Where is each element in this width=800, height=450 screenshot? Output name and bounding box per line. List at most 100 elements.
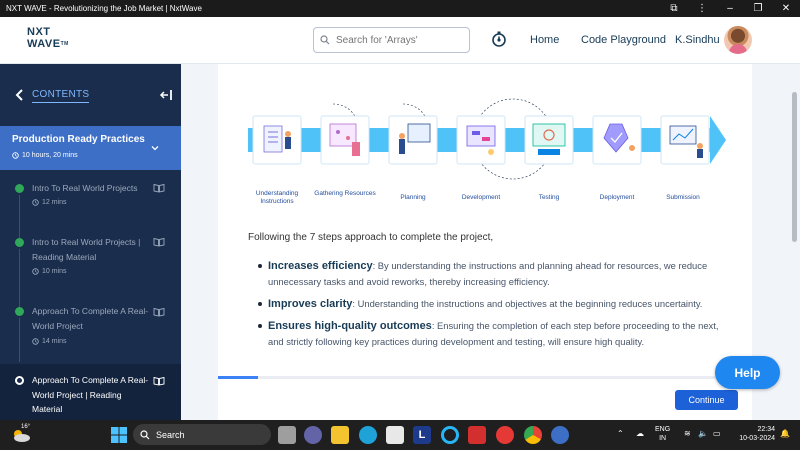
list-item: Ensures high-quality outcomes: Ensuring … [258,318,723,350]
restore-button[interactable]: ❐ [744,3,772,14]
bullet-title: Improves clarity [268,298,353,310]
alexa-icon[interactable] [441,426,459,444]
current-lesson-indicator [15,376,24,385]
progress-connector [19,249,20,290]
back-arrow-icon[interactable] [14,89,26,101]
file-explorer-icon[interactable] [331,426,349,444]
page-scrollbar[interactable] [789,64,800,420]
logo-line1: NXT [27,26,51,38]
sidebar-item-label: Intro to Real World Projects | Reading M… [32,237,141,262]
avatar[interactable] [724,26,752,54]
collapse-sidebar-icon[interactable] [159,88,173,102]
list-item: Increases efficiency: By understanding t… [258,258,723,290]
windows-taskbar: 16° Search L ⌃ ☁ ENG IN ≋ 🔈 ▭ 22:34 10-03-… [0,420,800,450]
windows-start-icon[interactable] [110,426,128,444]
sidebar-item-approach-reading-material[interactable]: Approach To Complete A Real-World Projec… [0,364,181,420]
reading-book-icon [153,237,165,247]
app-header: NXT WAVETM Home Code Playground K.Sindhu [0,17,800,64]
task-view-icon[interactable] [278,426,296,444]
system-clock[interactable]: 22:34 10-03-2024 [731,425,775,443]
nxtwave-app-icon[interactable] [551,426,569,444]
continue-button[interactable]: Continue [675,390,738,410]
store-icon[interactable] [386,426,404,444]
sidebar-item-duration: 14 mins [32,338,67,345]
nxtwave-logo[interactable]: NXT WAVETM [27,26,77,56]
help-button[interactable]: Help [715,356,780,389]
section-production-ready-practices[interactable]: Production Ready Practices 10 hours, 20 … [0,126,181,170]
reading-book-icon [153,307,165,317]
sidebar-item-label: Approach To Complete A Real-World Projec… [32,306,149,331]
teams-icon[interactable] [304,426,322,444]
clock-date: 10-03-2024 [739,435,775,442]
step-label: Submission [666,194,700,201]
opera-icon[interactable] [496,426,514,444]
temperature: 16° [21,424,31,430]
step-submission-icon [660,115,710,165]
step-understanding-icon [252,115,302,165]
clock-icon [32,338,39,345]
clock-icon [12,152,19,159]
step-label: Testing [538,194,560,201]
l-app-icon[interactable]: L [413,426,431,444]
sidebar-item-label: Intro To Real World Projects [32,183,138,193]
reading-book-icon [153,183,165,193]
sidebar-item-duration: 10 mins [32,268,67,275]
logo-line2-text: WAVE [27,38,61,50]
sidebar-item-intro-real-world-projects[interactable]: Intro To Real World Projects 12 mins [0,170,181,220]
close-button[interactable]: ✕ [772,3,800,14]
search-input[interactable] [336,34,461,46]
chevron-down-icon[interactable] [150,143,160,153]
taskbar-search-label: Search [156,429,185,440]
completed-check-icon [15,307,24,316]
notification-bell-icon[interactable]: 🔔 [780,429,790,438]
sidebar-item-duration: 12 mins [32,199,67,206]
step-label: Development [461,194,501,201]
edge-icon[interactable] [359,426,377,444]
reading-book-icon [153,376,165,386]
nav-home[interactable]: Home [530,34,559,46]
step-planning-icon [388,115,438,165]
section-title: Production Ready Practices [12,134,145,145]
logo-tm: TM [60,41,69,47]
sidebar-item-approach-real-world-project[interactable]: Approach To Complete A Real-World Projec… [0,290,181,362]
menu-icon[interactable]: ⋮ [688,3,716,14]
stopwatch-icon[interactable] [490,30,508,48]
sidebar-item-label: Approach To Complete A Real-World Projec… [32,375,149,414]
progress-connector [19,290,20,307]
mcafee-icon[interactable] [468,426,486,444]
language-indicator[interactable]: ENG IN [655,425,670,443]
scrollbar-thumb[interactable] [792,92,797,242]
step-testing-icon [524,115,574,165]
sidebar-header: CONTENTS [0,64,181,126]
step-label: Deployment [599,194,635,201]
nav-code-playground[interactable]: Code Playground [581,34,666,46]
window-title: NXT WAVE - Revolutionizing the Job Marke… [6,4,202,13]
search-icon [314,35,336,45]
step-label: Understanding Instructions [255,190,299,205]
completed-check-icon [15,238,24,247]
lang-line1: ENG [655,426,671,433]
sidebar-item-intro-reading-material[interactable]: Intro to Real World Projects | Reading M… [0,220,181,290]
bullet-title: Ensures high-quality outcomes [268,320,432,332]
tray-chevron-icon[interactable]: ⌃ [617,429,624,438]
seven-steps-diagram [248,98,726,180]
user-name[interactable]: K.Sindhu [675,34,720,46]
step-gathering-icon [320,115,370,165]
clock-time: 22:34 [757,426,775,433]
lang-line2: IN [659,435,667,442]
bullet-title: Increases efficiency [268,260,373,272]
flow-arrowhead [710,116,726,164]
progress-connector [19,195,20,220]
battery-icon[interactable]: ▭ [713,429,721,438]
extensions-icon[interactable]: ⧉ [660,3,688,14]
onedrive-icon[interactable]: ☁ [636,429,644,438]
volume-icon[interactable]: 🔈 [698,429,708,438]
intro-text: Following the 7 steps approach to comple… [248,232,494,243]
contents-sidebar: CONTENTS Production Ready Practices 10 h… [0,64,181,420]
section-duration: 10 hours, 20 mins [12,152,78,159]
minimize-button[interactable]: – [716,3,744,14]
taskbar-search[interactable]: Search [133,424,271,445]
search-box[interactable] [313,27,470,53]
chrome-icon[interactable] [524,426,542,444]
wifi-icon[interactable]: ≋ [684,429,691,438]
